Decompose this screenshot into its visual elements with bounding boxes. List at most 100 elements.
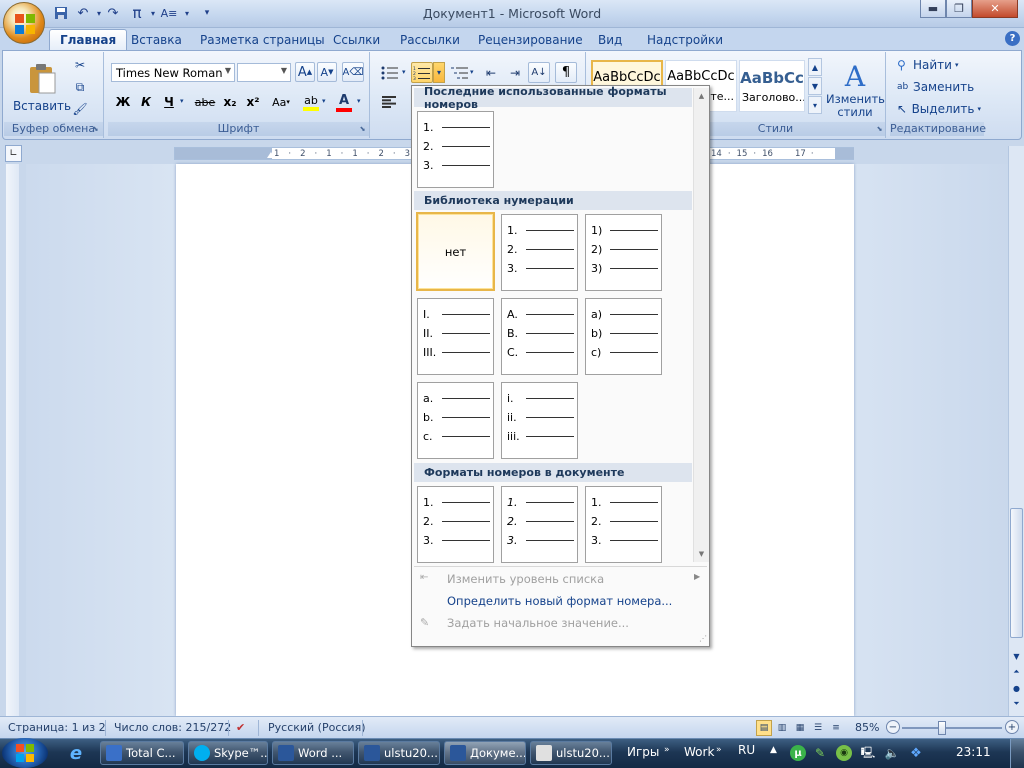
numbering-dropdown-arrow[interactable]: ▾ [433, 62, 445, 83]
zoom-level[interactable]: 85% [855, 721, 879, 735]
replace-button[interactable]: ab Заменить [896, 78, 976, 96]
minimize-button[interactable]: ▬ [920, 0, 946, 18]
find-button[interactable]: ⚲ Найти ▾ [896, 56, 976, 74]
resize-grip-icon[interactable]: ⋰ [699, 634, 707, 643]
change-list-level-item[interactable]: ⇤ Изменить уровень списка ▶ [414, 568, 704, 590]
style-tile-heading1[interactable]: AaBbCc Заголово... [739, 60, 805, 112]
dropbox-icon[interactable]: ❖ [908, 745, 924, 761]
tray-chevron-icon[interactable]: » [716, 745, 722, 755]
numbering-tile-decimal-dot[interactable]: 1. 2. 3. [501, 214, 578, 291]
taskbar-item-document[interactable]: Докуме... [444, 741, 526, 765]
scroll-thumb[interactable] [1010, 508, 1023, 638]
taskbar-item-word[interactable]: Word ... [272, 741, 354, 765]
show-desktop-button[interactable] [1010, 739, 1024, 768]
tray-games-label[interactable]: Игры [627, 745, 659, 759]
highlight-dropdown-icon[interactable]: ▾ [322, 97, 326, 105]
copy-icon[interactable]: ⧉ [72, 79, 88, 95]
tab-home[interactable]: Главная [49, 29, 128, 50]
font-launcher-icon[interactable]: ⬊ [358, 124, 367, 133]
cut-icon[interactable]: ✂ [72, 57, 88, 73]
styles-more-icon[interactable]: ▾ [808, 96, 822, 114]
increase-indent-icon[interactable]: ⇥ [504, 63, 526, 83]
taskbar-item-skype[interactable]: Skype™... [188, 741, 268, 765]
print-layout-icon[interactable]: ▤ [756, 720, 772, 736]
numbering-tile-upper-roman[interactable]: I. II. III. [417, 298, 494, 375]
align-left-icon[interactable] [378, 92, 400, 112]
subscript-button[interactable]: x₂ [220, 92, 240, 112]
internet-explorer-icon[interactable]: e [64, 742, 88, 764]
scroll-down-icon[interactable]: ▼ [1009, 650, 1024, 662]
superscript-button[interactable]: x² [243, 92, 263, 112]
vertical-scrollbar[interactable]: ▼ ⏶ ● ⏷ [1008, 146, 1024, 716]
taskbar-item-ulstu-2[interactable]: ulstu20... [530, 741, 612, 765]
taskbar-item-ulstu-1[interactable]: ulstu20... [358, 741, 440, 765]
bullets-button[interactable] [378, 63, 402, 83]
word-count[interactable]: Число слов: 215/272 [114, 721, 231, 735]
bullets-dropdown-icon[interactable]: ▾ [402, 68, 406, 76]
italic-button[interactable]: К [136, 92, 156, 112]
decrease-indent-icon[interactable]: ⇤ [480, 63, 502, 83]
zoom-slider-track[interactable] [902, 727, 1002, 729]
gallery-scrollbar[interactable]: ▲ ▼ [693, 88, 709, 562]
underline-button[interactable]: Ч [159, 92, 179, 112]
nvidia-icon[interactable]: ◉ [836, 745, 852, 761]
checkmark-pen-icon[interactable]: ✎ [812, 745, 828, 761]
page-count[interactable]: Страница: 1 из 2 [8, 721, 106, 735]
font-size-combo[interactable]: ▼ [237, 63, 291, 82]
indent-marker-icon[interactable] [267, 152, 275, 158]
clock[interactable]: 23:11 [956, 745, 991, 759]
shrink-font-button[interactable]: A ▼ [317, 62, 337, 82]
zoom-slider-thumb[interactable] [938, 721, 946, 735]
tab-selector-icon[interactable]: ∟ [5, 145, 22, 162]
next-page-icon[interactable]: ⏷ [1009, 696, 1024, 712]
tab-addins[interactable]: Надстройки [637, 29, 733, 50]
scroll-down-icon[interactable]: ▼ [694, 548, 709, 560]
font-name-combo[interactable]: Times New Roman ▼ [111, 63, 235, 82]
styles-scroll-down-icon[interactable]: ▼ [808, 77, 822, 95]
change-styles-button[interactable]: A Изменить стили [826, 56, 885, 122]
volume-icon[interactable]: 🔈 [884, 745, 900, 761]
tray-chevron-icon[interactable]: » [664, 745, 670, 755]
zoom-out-icon[interactable]: − [886, 720, 900, 734]
strikethrough-button[interactable]: abe [193, 92, 217, 112]
tab-page-layout[interactable]: Разметка страницы [190, 29, 335, 50]
prev-page-icon[interactable]: ⏶ [1009, 664, 1024, 680]
numbering-tile-decimal-paren[interactable]: 1) 2) 3) [585, 214, 662, 291]
start-button[interactable] [2, 738, 48, 768]
bold-button[interactable]: Ж [113, 92, 133, 112]
recent-format-tile[interactable]: 1. 2. 3. [417, 111, 494, 188]
change-case-button[interactable]: Aa ▾ [267, 92, 295, 112]
styles-scroll-up-icon[interactable]: ▲ [808, 58, 822, 76]
define-new-number-format-item[interactable]: Определить новый формат номера... [414, 590, 704, 612]
numbering-tile-lower-alpha-paren[interactable]: a) b) c) [585, 298, 662, 375]
tab-references[interactable]: Ссылки [323, 29, 390, 50]
underline-dropdown-icon[interactable]: ▾ [180, 97, 184, 105]
zoom-in-icon[interactable]: + [1005, 720, 1019, 734]
select-button[interactable]: ↖ Выделить ▾ [896, 100, 982, 118]
clear-format-icon[interactable]: A⌫ [342, 62, 364, 82]
scroll-up-icon[interactable]: ▲ [694, 90, 709, 102]
tab-review[interactable]: Рецензирование [468, 29, 593, 50]
draft-view-icon[interactable]: ≡ [828, 720, 844, 736]
maximize-button[interactable]: ❐ [946, 0, 972, 18]
numbering-tile-lower-alpha-dot[interactable]: a. b. c. [417, 382, 494, 459]
office-button[interactable] [3, 2, 45, 44]
format-painter-icon[interactable]: 🖌 [72, 101, 88, 117]
outline-view-icon[interactable]: ☰ [810, 720, 826, 736]
language-indicator[interactable]: Русский (Россия) [268, 721, 366, 735]
multilevel-dropdown-icon[interactable]: ▾ [470, 68, 474, 76]
numbering-none-tile[interactable]: нет [416, 212, 495, 291]
font-color-dropdown-icon[interactable]: ▾ [357, 97, 361, 105]
sort-icon[interactable]: A↓ [528, 62, 550, 83]
numbering-tile-lower-roman[interactable]: i. ii. iii. [501, 382, 578, 459]
select-browse-object-icon[interactable]: ● [1009, 680, 1024, 696]
document-format-tile[interactable]: 1. 2. 3. [417, 486, 494, 563]
full-screen-reading-icon[interactable]: ▥ [774, 720, 790, 736]
tab-view[interactable]: Вид [588, 29, 632, 50]
document-format-tile[interactable]: 1. 2. 3. [585, 486, 662, 563]
set-numbering-value-item[interactable]: ✎ Задать начальное значение... [414, 612, 704, 634]
multilevel-list-button[interactable] [448, 63, 472, 83]
grow-font-button[interactable]: A ▲ [295, 62, 315, 82]
language-bar[interactable]: RU [738, 743, 755, 757]
highlight-button[interactable]: ab [300, 91, 322, 113]
